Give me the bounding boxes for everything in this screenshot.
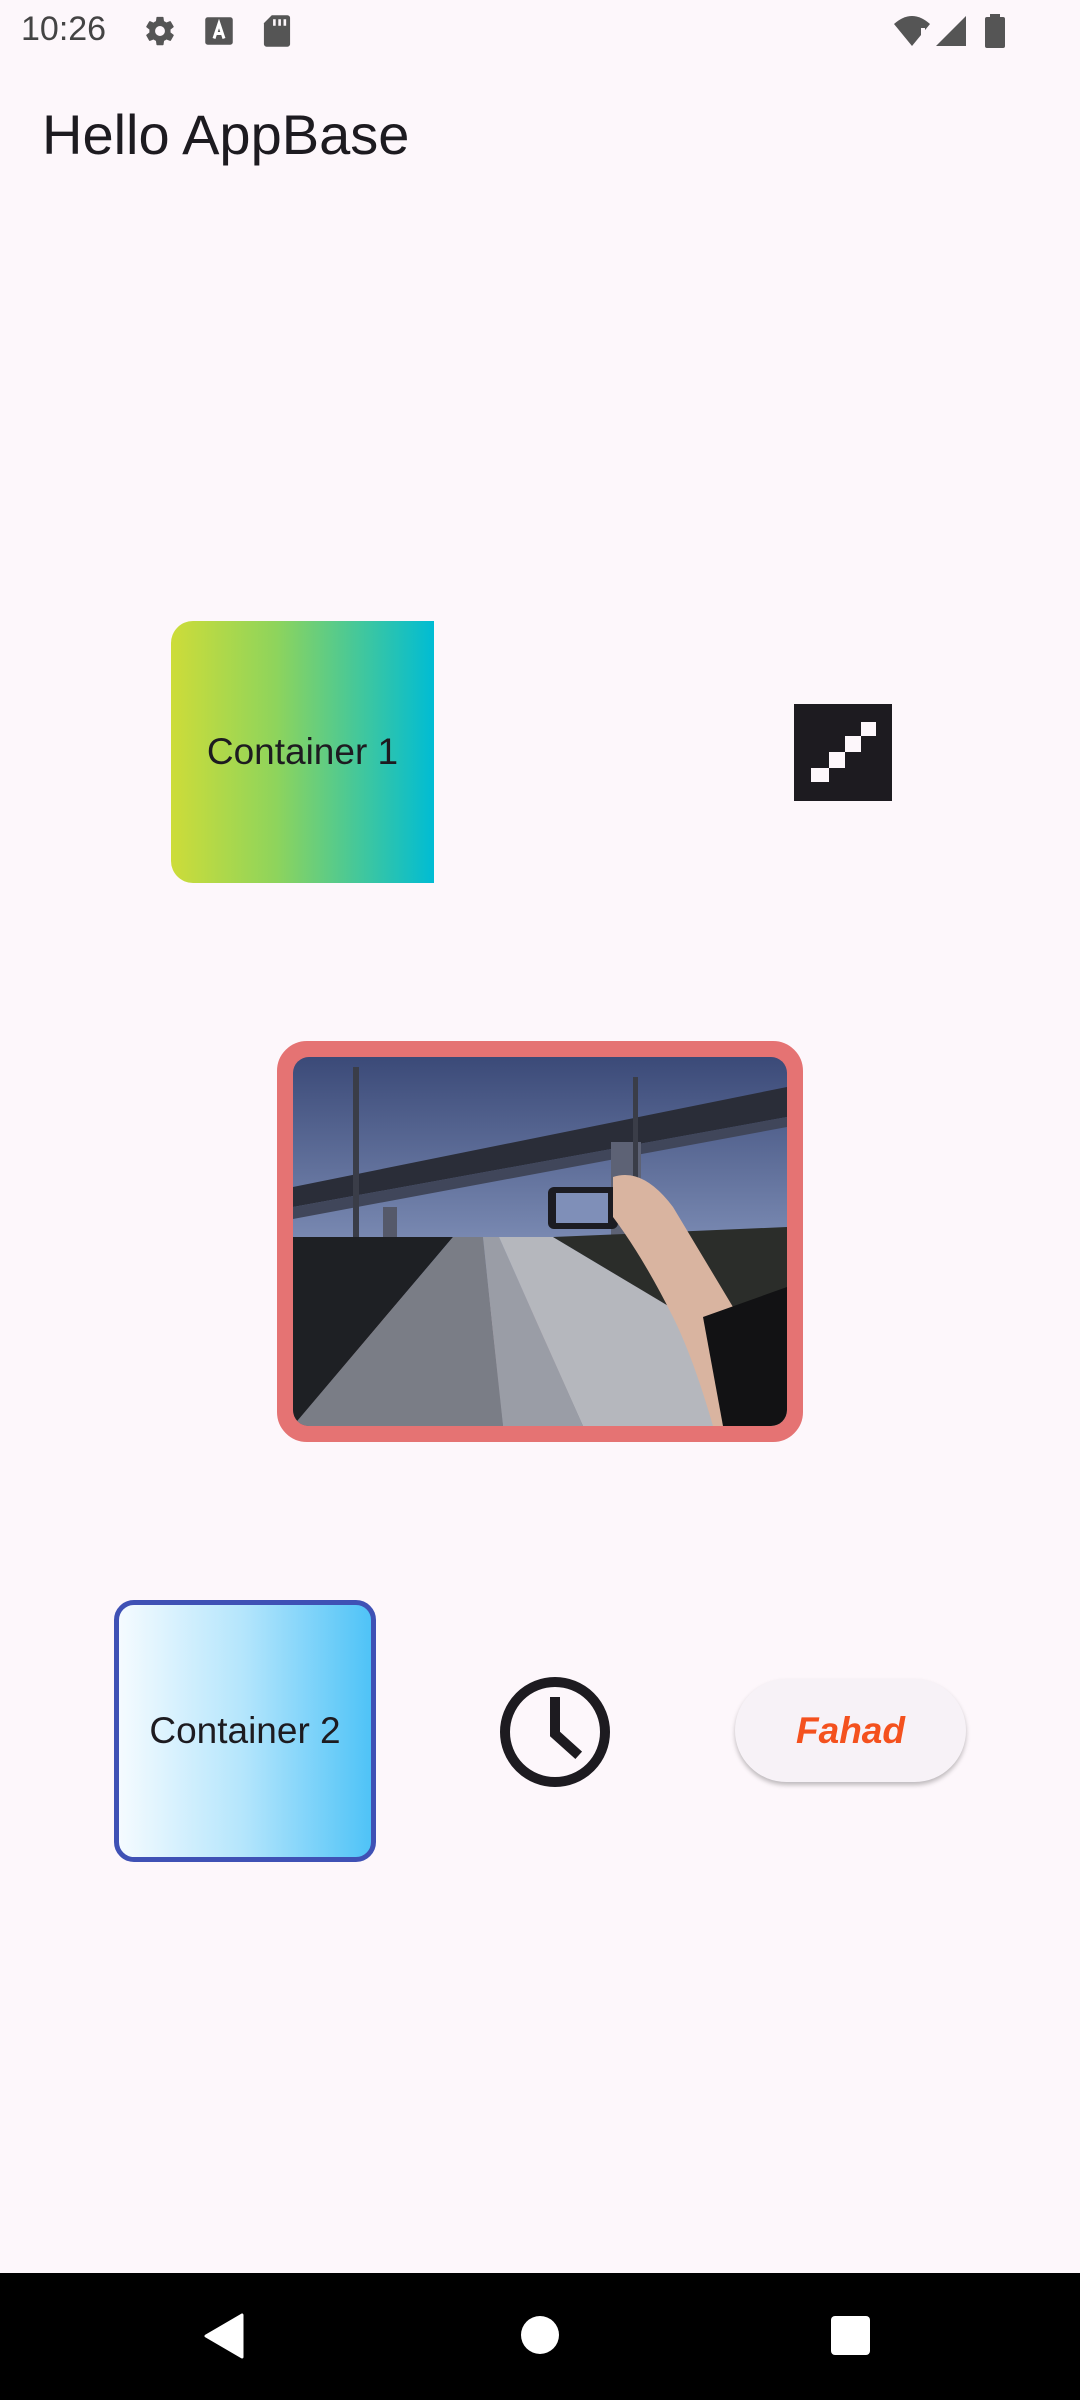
cell-signal-icon bbox=[936, 16, 966, 46]
status-bar: 10:26 bbox=[0, 0, 1080, 62]
status-time: 10:26 bbox=[21, 10, 107, 48]
container-1-label: Container 1 bbox=[206, 731, 399, 772]
photo-scene bbox=[293, 1057, 787, 1426]
clock-icon bbox=[500, 1677, 610, 1787]
settings-icon bbox=[146, 16, 174, 46]
fahad-button-label: Fahad bbox=[796, 1709, 905, 1751]
text-a-icon bbox=[205, 17, 233, 45]
container-2: Container 2 bbox=[114, 1600, 376, 1862]
nav-bar bbox=[0, 2273, 1080, 2400]
wifi-alert-icon bbox=[894, 16, 930, 46]
home-icon[interactable] bbox=[521, 2316, 559, 2354]
back-icon[interactable] bbox=[204, 2313, 244, 2359]
battery-icon bbox=[985, 14, 1005, 48]
photo-image bbox=[277, 1041, 803, 1442]
fahad-button[interactable]: Fahad bbox=[735, 1679, 966, 1782]
stairs-icon bbox=[794, 704, 892, 801]
page-title: Hello AppBase bbox=[42, 103, 410, 166]
container-1: Container 1 bbox=[171, 621, 434, 883]
recents-icon[interactable] bbox=[831, 2316, 870, 2355]
sd-card-icon bbox=[263, 15, 291, 47]
container-2-label: Container 2 bbox=[149, 1710, 341, 1751]
